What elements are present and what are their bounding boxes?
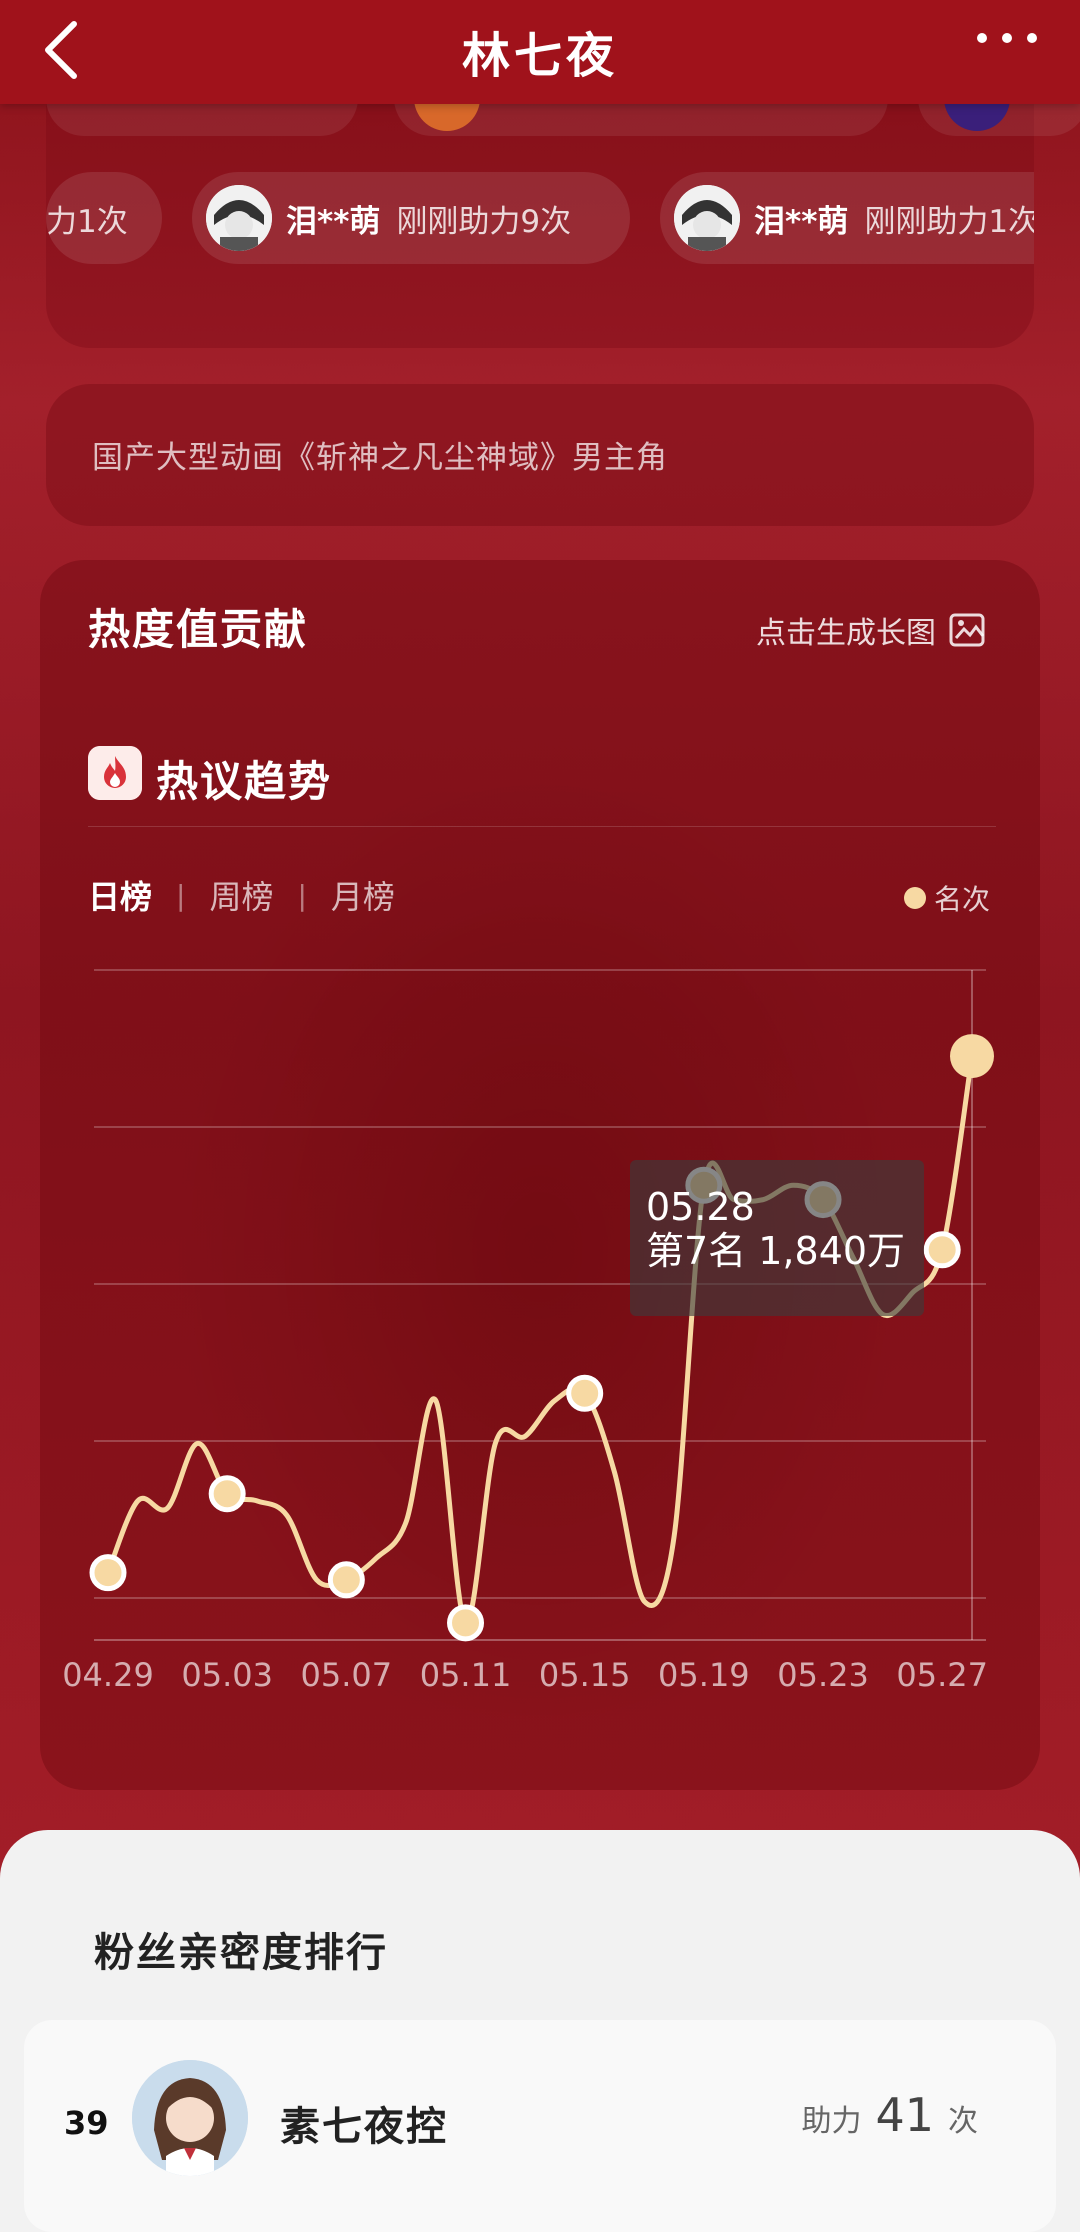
data-point: [566, 1374, 604, 1412]
support-pill: 泪**萌 刚刚助力9次: [192, 172, 630, 264]
x-tick-label: 04.29: [62, 1656, 154, 1694]
help-label: 助力: [801, 2104, 862, 2139]
image-icon: [949, 613, 985, 647]
section-title: 热度值贡献: [88, 605, 309, 654]
avatar: [206, 185, 272, 251]
generate-long-image-label: 点击生成长图: [756, 616, 936, 651]
chart-legend: 名次: [903, 878, 990, 918]
tab-daily[interactable]: 日榜: [88, 872, 152, 918]
tab-separator: |: [176, 878, 186, 912]
ranking-tabs: 日榜 | 周榜 | 月榜: [88, 872, 395, 918]
help-count: 助力 41 次: [801, 2088, 978, 2142]
page-title: 林七夜: [461, 28, 618, 84]
series-line: [105, 1055, 975, 1626]
support-pill-text: 刚刚助力1次: [864, 203, 1034, 240]
data-point: [923, 1231, 961, 1269]
support-pill-text: 刚刚助力9次: [396, 203, 572, 240]
support-pill: 力1次: [46, 172, 162, 264]
x-tick-label: 05.03: [181, 1656, 273, 1694]
chart-tooltip: 05.28 第7名 1,840万: [630, 1160, 924, 1316]
support-user-name: 泪**萌: [754, 203, 849, 240]
tab-separator: |: [297, 878, 307, 912]
fan-ranking-sheet: 粉丝亲密度排行 39 素七夜控 助力 41 次: [0, 1830, 1080, 2232]
data-point: [208, 1475, 246, 1513]
top-bar: 林七夜: [0, 0, 1080, 104]
tooltip-value: 第7名 1,840万: [646, 1228, 906, 1273]
rank-number: 39: [64, 2104, 109, 2142]
x-tick-label: 05.11: [420, 1656, 512, 1694]
support-pill: 泪**萌 刚刚助力1次: [660, 172, 1034, 264]
trend-chart[interactable]: 04.29 05.03 05.07 05.11 05.15 05.19 05.23 05.27: [0, 940, 1080, 1700]
data-point: [447, 1604, 485, 1642]
x-tick-label: 05.23: [777, 1656, 869, 1694]
help-count-value: 41: [875, 2088, 934, 2142]
avatar: [674, 185, 740, 251]
tab-weekly[interactable]: 周榜: [209, 872, 273, 918]
data-point: [327, 1561, 365, 1599]
fan-ranking-title: 粉丝亲密度排行: [94, 1930, 388, 1976]
fan-name: 素七夜控: [280, 2104, 448, 2150]
x-tick-label: 05.15: [539, 1656, 631, 1694]
data-point: [89, 1554, 127, 1592]
legend-label: 名次: [933, 883, 990, 916]
support-user-name: 泪**萌: [286, 203, 381, 240]
support-pill-text: 力1次: [46, 203, 128, 240]
tooltip-date: 05.28: [646, 1185, 755, 1229]
fan-rank-row[interactable]: 39 素七夜控 助力 41 次: [24, 2020, 1056, 2232]
x-tick-label: 05.07: [301, 1656, 393, 1694]
x-tick-label: 05.19: [658, 1656, 750, 1694]
more-icon[interactable]: [974, 28, 1040, 48]
divider: [88, 826, 996, 827]
legend-dot: [903, 887, 926, 909]
trend-title: 热议趋势: [156, 757, 333, 806]
tab-monthly[interactable]: 月榜: [331, 872, 395, 918]
generate-long-image-button[interactable]: 点击生成长图: [756, 608, 988, 652]
fire-icon: [88, 746, 142, 800]
help-unit: 次: [948, 2104, 978, 2139]
x-tick-label: 05.27: [896, 1656, 988, 1694]
avatar: [132, 2060, 248, 2176]
data-point: [950, 1034, 994, 1079]
character-description: 国产大型动画《斩神之凡尘神域》男主角: [92, 440, 668, 476]
